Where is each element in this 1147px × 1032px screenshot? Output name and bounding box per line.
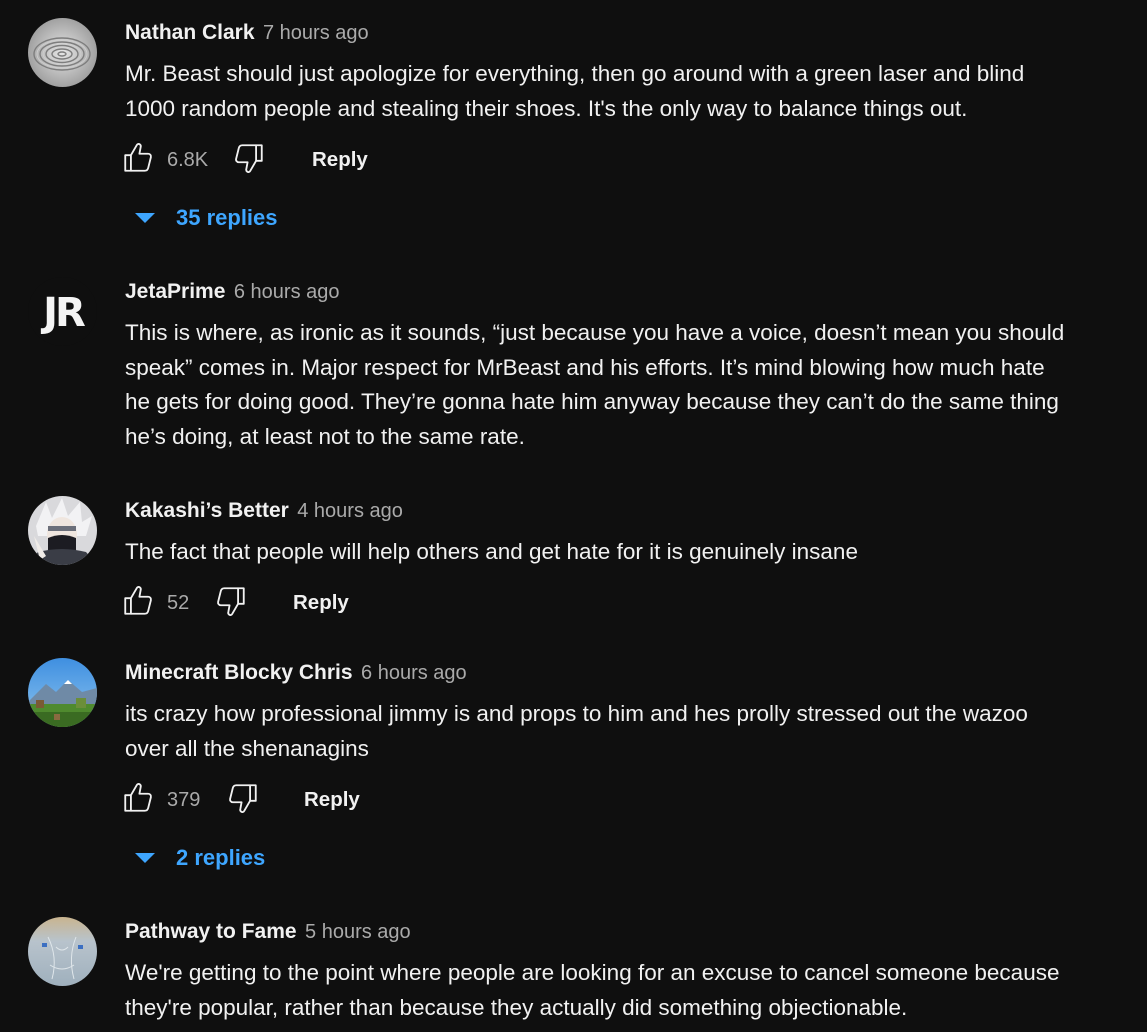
- avatar[interactable]: [28, 18, 97, 87]
- thumbs-down-icon: [214, 584, 248, 623]
- comment-author[interactable]: Kakashi’s Better: [125, 499, 289, 522]
- thumbs-up-icon: [121, 141, 155, 180]
- comment-author[interactable]: Pathway to Fame: [125, 920, 297, 943]
- comment-thread: Minecraft Blocky Chris 6 hours ago its c…: [0, 658, 1147, 888]
- comment-thread: Kakashi’s Better 4 hours ago The fact th…: [0, 496, 1147, 626]
- view-replies-button[interactable]: 2 replies: [134, 840, 265, 876]
- comment-author[interactable]: Minecraft Blocky Chris: [125, 661, 353, 684]
- comment-author[interactable]: JetaPrime: [125, 280, 225, 303]
- comment-header: Nathan Clark 7 hours ago: [125, 18, 369, 48]
- reply-button[interactable]: Reply: [304, 780, 360, 820]
- avatar[interactable]: [28, 658, 97, 727]
- comment-text-line: he gets for doing good. They’re gonna ha…: [125, 389, 1059, 414]
- like-count: 52: [167, 592, 190, 614]
- comment-text-line: over all the shenanagins: [125, 735, 369, 761]
- dislike-button[interactable]: [231, 140, 267, 180]
- comment-text-line: This is where, as ironic as it sounds, “…: [125, 320, 1065, 345]
- thumbs-down-icon: [226, 781, 260, 820]
- comment-timestamp[interactable]: 4 hours ago: [297, 500, 403, 522]
- reply-button[interactable]: Reply: [312, 140, 368, 180]
- replies-count-label: 2 replies: [176, 845, 266, 870]
- comment-text: its crazy how professional jimmy is and …: [125, 697, 1135, 766]
- caret-down-icon: [134, 840, 156, 876]
- comment-actions: 52 Reply: [120, 583, 380, 623]
- comment-text: The fact that people will help others an…: [125, 535, 1135, 570]
- comment-header: JetaPrime 6 hours ago: [125, 277, 340, 307]
- caret-down-icon: [134, 200, 156, 236]
- comment-text: This is where, as ironic as it sounds, “…: [125, 316, 1135, 454]
- comment-timestamp[interactable]: 5 hours ago: [305, 921, 411, 943]
- comment-text-line: 1000 random people and stealing their sh…: [125, 95, 968, 121]
- comment-header: Minecraft Blocky Chris 6 hours ago: [125, 658, 467, 688]
- reply-button[interactable]: Reply: [293, 583, 349, 623]
- like-count: 6.8K: [167, 149, 209, 171]
- like-button[interactable]: [120, 780, 156, 820]
- comment-thread: JR JetaPrime 6 hours ago This is where, …: [0, 277, 1147, 457]
- avatar[interactable]: JR: [28, 277, 97, 346]
- comment-thread: Nathan Clark 7 hours ago Mr. Beast shoul…: [0, 18, 1147, 248]
- comment-text-line: he’s doing, at least not to the same rat…: [125, 423, 525, 449]
- thumbs-down-icon: [232, 141, 266, 180]
- comment-actions: 6.8K Reply: [120, 140, 400, 180]
- comment-timestamp[interactable]: 6 hours ago: [234, 281, 340, 303]
- replies-count-label: 35 replies: [176, 205, 278, 230]
- comment-text: Mr. Beast should just apologize for ever…: [125, 57, 1135, 126]
- comment-text-line: its crazy how professional jimmy is and …: [125, 701, 1028, 726]
- comment-actions: 379 Reply: [120, 780, 380, 820]
- comment-text-line: The fact that people will help others an…: [125, 539, 858, 564]
- dislike-button[interactable]: [225, 780, 261, 820]
- comment-header: Pathway to Fame 5 hours ago: [125, 917, 411, 947]
- thumbs-up-icon: [121, 584, 155, 623]
- comment-header: Kakashi’s Better 4 hours ago: [125, 496, 403, 526]
- comment-text-line: speak” comes in. Major respect for MrBea…: [125, 354, 1045, 380]
- view-replies-button[interactable]: 35 replies: [134, 200, 278, 236]
- thumbs-up-icon: [121, 781, 155, 820]
- comment-thread: Pathway to Fame 5 hours ago We're gettin…: [0, 917, 1147, 1032]
- dislike-button[interactable]: [213, 583, 249, 623]
- comment-timestamp[interactable]: 7 hours ago: [263, 22, 369, 44]
- like-button[interactable]: [120, 583, 156, 623]
- avatar[interactable]: [28, 496, 97, 565]
- avatar-initials: JR: [40, 290, 85, 336]
- comment-text-line: Mr. Beast should just apologize for ever…: [125, 61, 1025, 86]
- comment-text: We're getting to the point where people …: [125, 956, 1135, 1025]
- comment-timestamp[interactable]: 6 hours ago: [361, 662, 467, 684]
- like-button[interactable]: [120, 140, 156, 180]
- comment-text-line: We're getting to the point where people …: [125, 960, 1060, 985]
- comment-text-line: they're popular, rather than because the…: [125, 994, 908, 1020]
- comment-author[interactable]: Nathan Clark: [125, 21, 255, 44]
- like-count: 379: [167, 789, 201, 811]
- avatar[interactable]: [28, 917, 97, 986]
